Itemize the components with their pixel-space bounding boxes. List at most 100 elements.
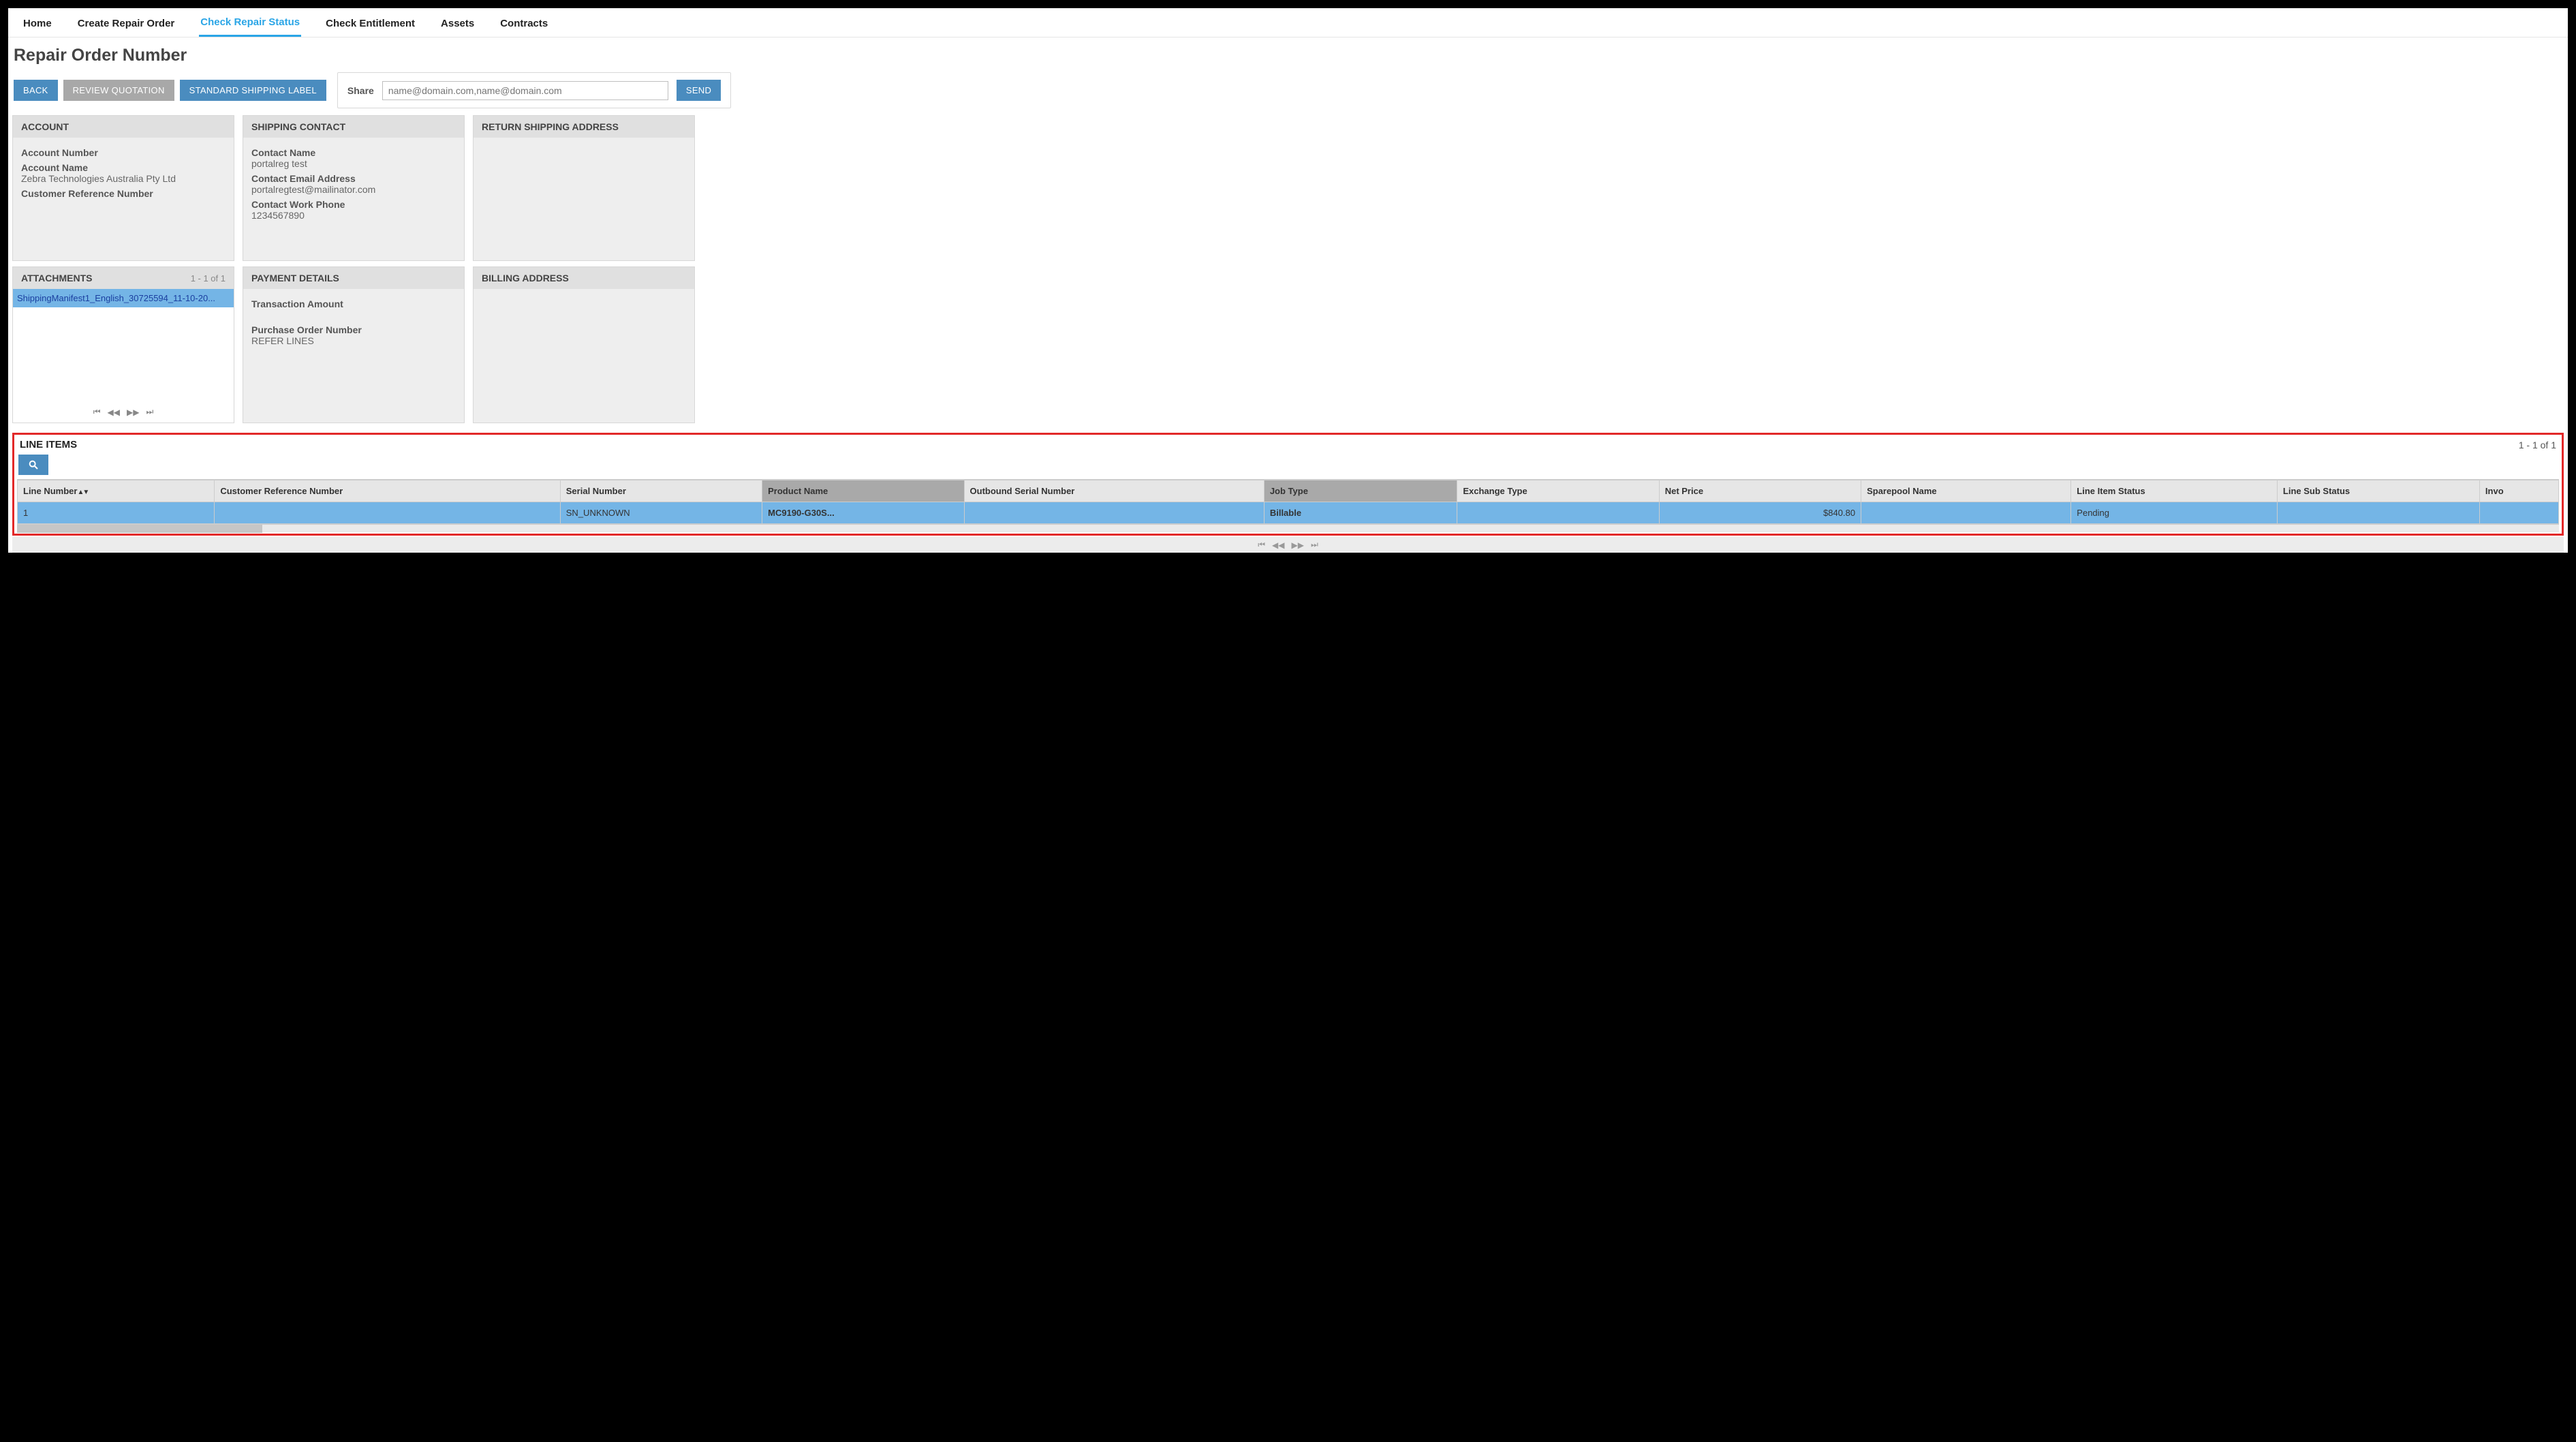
return-shipping-body (474, 138, 694, 260)
tab-assets[interactable]: Assets (439, 14, 476, 36)
col-customer-ref[interactable]: Customer Reference Number (215, 480, 560, 502)
col-invo[interactable]: Invo (2479, 480, 2558, 502)
billing-panel: BILLING ADDRESS (473, 266, 695, 423)
customer-ref-label: Customer Reference Number (21, 188, 226, 199)
account-name-value: Zebra Technologies Australia Pty Ltd (21, 173, 226, 184)
contact-name-label: Contact Name (251, 147, 456, 158)
account-panel-body: Account Number Account Name Zebra Techno… (13, 138, 234, 260)
pager-first-icon[interactable]: ⏮ (93, 407, 101, 417)
col-serial-number[interactable]: Serial Number (560, 480, 762, 502)
pager-next-icon[interactable]: ▶▶ (1292, 540, 1304, 550)
shipping-contact-title: SHIPPING CONTACT (251, 121, 345, 132)
line-items-table-wrap: Line Number▲▼ Customer Reference Number … (17, 479, 2559, 524)
panel-row-2: ATTACHMENTS 1 - 1 of 1 ShippingManifest1… (8, 264, 2568, 426)
payment-title: PAYMENT DETAILS (251, 273, 339, 283)
pager-last-icon[interactable]: ⏭ (1311, 540, 1318, 550)
tab-check-repair-status[interactable]: Check Repair Status (199, 12, 301, 37)
col-line-item-status[interactable]: Line Item Status (2071, 480, 2278, 502)
account-panel: ACCOUNT Account Number Account Name Zebr… (12, 115, 234, 261)
review-quotation-button[interactable]: REVIEW QUOTATION (63, 80, 174, 101)
tab-create-repair-order[interactable]: Create Repair Order (76, 14, 176, 36)
attachments-body (13, 307, 234, 403)
col-exchange-type[interactable]: Exchange Type (1457, 480, 1659, 502)
col-product-name[interactable]: Product Name (762, 480, 964, 502)
pager-prev-icon[interactable]: ◀◀ (108, 408, 120, 417)
tab-home[interactable]: Home (22, 14, 53, 36)
cell-serial-number: SN_UNKNOWN (560, 502, 762, 524)
col-line-number[interactable]: Line Number▲▼ (18, 480, 215, 502)
line-items-hscrollbar[interactable] (17, 524, 2559, 532)
tab-contracts[interactable]: Contracts (499, 14, 549, 36)
payment-header: PAYMENT DETAILS (243, 267, 464, 289)
transaction-amount-label: Transaction Amount (251, 298, 456, 309)
shipping-contact-header: SHIPPING CONTACT (243, 116, 464, 138)
app-frame: Home Create Repair Order Check Repair St… (8, 8, 2568, 553)
attachments-header: ATTACHMENTS 1 - 1 of 1 (13, 267, 234, 289)
share-input[interactable] (382, 81, 668, 100)
cell-invo (2479, 502, 2558, 524)
contact-name-value: portalreg test (251, 158, 456, 169)
table-header-row: Line Number▲▼ Customer Reference Number … (18, 480, 2559, 502)
line-items-section: LINE ITEMS 1 - 1 of 1 Line Number▲▼ Cust… (12, 433, 2564, 536)
payment-body: Transaction Amount Purchase Order Number… (243, 289, 464, 423)
billing-body (474, 289, 694, 423)
cell-line-number: 1 (18, 502, 215, 524)
purchase-order-label: Purchase Order Number (251, 324, 456, 335)
account-title: ACCOUNT (21, 121, 69, 132)
pager-first-icon[interactable]: ⏮ (1258, 540, 1265, 550)
contact-email-value: portalregtest@mailinator.com (251, 184, 456, 195)
cell-product-name: MC9190-G30S... (762, 502, 964, 524)
account-panel-header: ACCOUNT (13, 116, 234, 138)
billing-header: BILLING ADDRESS (474, 267, 694, 289)
account-name-label: Account Name (21, 162, 226, 173)
payment-panel: PAYMENT DETAILS Transaction Amount Purch… (243, 266, 465, 423)
share-label: Share (347, 85, 374, 96)
line-items-hscroll-thumb[interactable] (17, 525, 262, 533)
sort-icon: ▲▼ (77, 489, 88, 496)
cell-line-item-status: Pending (2071, 502, 2278, 524)
attachments-title: ATTACHMENTS (21, 273, 92, 283)
col-net-price[interactable]: Net Price (1659, 480, 1861, 502)
pager-prev-icon[interactable]: ◀◀ (1272, 540, 1284, 550)
table-row[interactable]: 1 SN_UNKNOWN MC9190-G30S... Billable $84… (18, 502, 2559, 524)
tab-check-entitlement[interactable]: Check Entitlement (324, 14, 416, 36)
return-shipping-panel: RETURN SHIPPING ADDRESS (473, 115, 695, 261)
return-shipping-title: RETURN SHIPPING ADDRESS (482, 121, 619, 132)
cell-line-sub-status (2277, 502, 2479, 524)
top-nav: Home Create Repair Order Check Repair St… (8, 8, 2568, 37)
share-box: Share SEND (337, 72, 731, 108)
col-job-type[interactable]: Job Type (1264, 480, 1457, 502)
contact-phone-value: 1234567890 (251, 210, 456, 221)
back-button[interactable]: BACK (14, 80, 58, 101)
return-shipping-header: RETURN SHIPPING ADDRESS (474, 116, 694, 138)
panel-row-1: ACCOUNT Account Number Account Name Zebr… (8, 112, 2568, 264)
cell-customer-ref (215, 502, 560, 524)
account-number-label: Account Number (21, 147, 226, 158)
col-line-sub-status[interactable]: Line Sub Status (2277, 480, 2479, 502)
cell-outbound-serial (964, 502, 1264, 524)
line-items-pager: ⏮ ◀◀ ▶▶ ⏭ (12, 537, 2564, 553)
pager-next-icon[interactable]: ▶▶ (127, 408, 139, 417)
send-button[interactable]: SEND (677, 80, 721, 101)
billing-title: BILLING ADDRESS (482, 273, 569, 283)
line-items-header: LINE ITEMS 1 - 1 of 1 (17, 438, 2559, 455)
attachments-pager: ⏮ ◀◀ ▶▶ ⏭ (13, 403, 234, 421)
page-title: Repair Order Number (8, 37, 2568, 71)
attachment-item[interactable]: ShippingManifest1_English_30725594_11-10… (13, 289, 234, 307)
cell-job-type: Billable (1264, 502, 1457, 524)
pager-last-icon[interactable]: ⏭ (146, 407, 153, 417)
col-outbound-serial[interactable]: Outbound Serial Number (964, 480, 1264, 502)
contact-phone-label: Contact Work Phone (251, 199, 456, 210)
shipping-contact-panel: SHIPPING CONTACT Contact Name portalreg … (243, 115, 465, 261)
line-items-table: Line Number▲▼ Customer Reference Number … (17, 480, 2559, 524)
attachments-panel: ATTACHMENTS 1 - 1 of 1 ShippingManifest1… (12, 266, 234, 423)
purchase-order-value: REFER LINES (251, 335, 456, 346)
col-sparepool-name[interactable]: Sparepool Name (1861, 480, 2071, 502)
col-line-number-label: Line Number (23, 486, 77, 496)
line-items-count: 1 - 1 of 1 (2519, 440, 2556, 450)
line-items-search-button[interactable] (18, 455, 48, 475)
shipping-contact-body: Contact Name portalreg test Contact Emai… (243, 138, 464, 260)
cell-net-price: $840.80 (1659, 502, 1861, 524)
standard-shipping-label-button[interactable]: STANDARD SHIPPING LABEL (180, 80, 326, 101)
action-row: BACK REVIEW QUOTATION STANDARD SHIPPING … (8, 71, 2568, 112)
